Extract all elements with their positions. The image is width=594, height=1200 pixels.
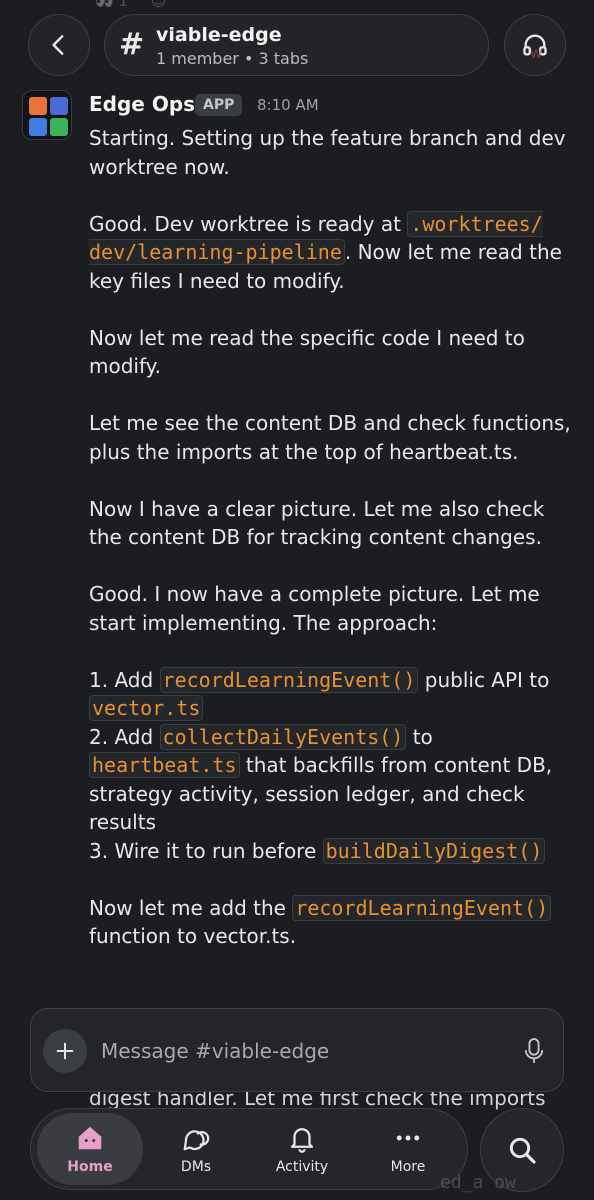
- reaction-eyes[interactable]: 👀 1: [95, 0, 128, 10]
- avatar-tile-3: [29, 118, 47, 136]
- channel-header[interactable]: # viable-edge 1 member • 3 tabs: [104, 14, 489, 76]
- text: Now let me add the: [89, 895, 293, 920]
- home-icon: [78, 1126, 102, 1150]
- message-composer: [30, 1008, 564, 1092]
- paragraph: Starting. Setting up the feature branch …: [89, 126, 566, 179]
- add-attachment-button[interactable]: [43, 1029, 87, 1073]
- nav-more-label: More: [390, 1159, 426, 1175]
- inline-code: heartbeat.ts: [89, 752, 240, 778]
- channel-meta: 1 member • 3 tabs: [156, 49, 309, 68]
- inline-code: recordLearningEvent(): [159, 666, 419, 693]
- nav-home[interactable]: Home: [37, 1113, 143, 1185]
- text: 3. Wire it to run before: [89, 838, 323, 863]
- voice-button[interactable]: [517, 1033, 551, 1069]
- nav-dms-label: DMs: [180, 1159, 212, 1175]
- avatar-tile-2: [50, 97, 68, 115]
- avatar[interactable]: [22, 90, 72, 140]
- sender-name[interactable]: Edge Ops: [89, 92, 195, 116]
- ghost-badge: w: [530, 44, 543, 62]
- back-button[interactable]: [28, 14, 90, 76]
- dms-icon: [183, 1130, 210, 1151]
- paragraph: Now let me read the specific code I need…: [89, 325, 525, 379]
- inline-code: collectDailyEvents(): [159, 723, 407, 750]
- search-icon: [509, 1137, 536, 1164]
- microphone-icon: [524, 1038, 544, 1063]
- inline-code: buildDailyDigest(): [322, 837, 546, 864]
- list-item: 1. Add recordLearningEvent() public API …: [89, 666, 579, 723]
- nav-activity[interactable]: Activity: [249, 1113, 355, 1185]
- add-reaction-icon[interactable]: ☺: [151, 0, 167, 10]
- text: to: [406, 724, 433, 749]
- paragraph: Now I have a clear picture. Let me also …: [89, 496, 545, 550]
- avatar-tile-4: [50, 118, 68, 136]
- text: public API to: [418, 667, 550, 692]
- paragraph: Let me see the content DB and check func…: [89, 411, 571, 464]
- app-badge: APP: [195, 94, 243, 116]
- paragraph: Now let me add the recordLearningEvent()…: [89, 894, 579, 951]
- ghost-text: ed_a ow: [440, 1172, 516, 1193]
- paragraph: Good. Dev worktree is ready at .worktree…: [89, 210, 579, 296]
- plus-icon: [56, 1042, 74, 1060]
- message-time: 8:10 AM: [257, 96, 319, 114]
- message-input[interactable]: [101, 1035, 481, 1067]
- paragraph: Good. I now have a complete picture. Let…: [89, 582, 540, 635]
- message-body: Starting. Setting up the feature branch …: [89, 124, 579, 979]
- reaction-strip: 👀 1 ☺: [95, 0, 225, 12]
- text: function to vector.ts.: [89, 924, 297, 948]
- nav-dms[interactable]: DMs: [143, 1113, 249, 1185]
- more-dots-icon: [396, 1135, 420, 1141]
- list-item: 2. Add collectDailyEvents() to heartbeat…: [89, 723, 579, 837]
- text: 1. Add: [89, 667, 160, 692]
- channel-name: viable-edge: [156, 24, 282, 46]
- inline-code: recordLearningEvent(): [292, 894, 552, 921]
- bell-icon: [290, 1128, 314, 1153]
- list-item: 3. Wire it to run before buildDailyDiges…: [89, 837, 579, 866]
- nav-activity-label: Activity: [275, 1159, 329, 1175]
- hash-icon: #: [119, 27, 145, 62]
- bottom-nav: Home DMs Activity More: [30, 1108, 468, 1190]
- inline-code: vector.ts: [89, 695, 204, 721]
- text: 2. Add: [89, 724, 160, 749]
- nav-home-label: Home: [67, 1159, 113, 1175]
- text: Good. Dev worktree is ready at: [89, 211, 408, 236]
- chevron-left-icon: [52, 35, 64, 55]
- avatar-tile-1: [29, 97, 47, 115]
